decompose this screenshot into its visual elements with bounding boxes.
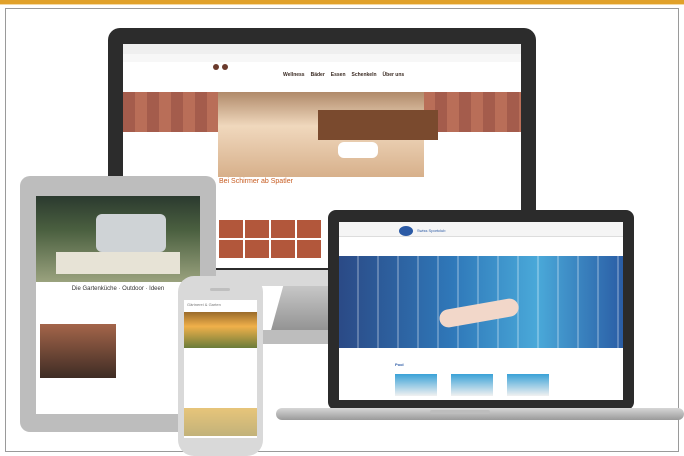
tablet-hero-image (36, 196, 200, 282)
thumbnail[interactable] (245, 220, 269, 238)
hero-bath-image (218, 92, 438, 177)
tablet-screen: Die Gartenküche · Outdoor · Ideen (36, 196, 200, 414)
brand-logo-icon (399, 226, 413, 236)
card-row (395, 374, 549, 396)
thumbnail[interactable] (297, 220, 321, 238)
card-thumbnail[interactable] (451, 374, 493, 396)
site-logo (213, 64, 228, 70)
thumbnail[interactable] (271, 220, 295, 238)
top-accent-line (0, 4, 684, 5)
logo-dot-icon (213, 64, 219, 70)
thumbnail[interactable] (219, 240, 243, 258)
logo-dot-icon (222, 64, 228, 70)
grill (96, 214, 166, 252)
nav-item[interactable]: Essen (331, 72, 346, 78)
thumbnail[interactable] (245, 240, 269, 258)
phone-screen: Gärtnerei & Garten (184, 300, 257, 438)
laptop-hinge (430, 410, 490, 414)
phone-speaker-icon (210, 288, 230, 291)
thumbnail[interactable] (271, 240, 295, 258)
nav-item[interactable]: Bäder (311, 72, 325, 78)
towel (338, 142, 378, 158)
outdoor-kitchen-counter (56, 252, 180, 274)
laptop-nav-bar: Swiss Sportclub (339, 222, 623, 237)
laptop-screen: Swiss Sportclub Pool (339, 222, 623, 400)
nav-item[interactable]: Schenkeln (352, 72, 377, 78)
tablet-content-image (40, 324, 116, 378)
thumbnail[interactable] (219, 220, 243, 238)
nav-item[interactable]: Wellness (283, 72, 305, 78)
section-heading: Bei Schirmer ab Spatler (219, 178, 293, 185)
brand-name: Swiss Sportclub (417, 228, 446, 233)
thumbnail[interactable] (297, 240, 321, 258)
browser-url-bar (123, 54, 521, 62)
card-thumbnail[interactable] (507, 374, 549, 396)
thumbnail-grid (219, 220, 321, 258)
flower-image (184, 312, 257, 348)
nav-item[interactable]: Über uns (383, 72, 405, 78)
section-label: Pool (395, 362, 404, 367)
sink-cabinet (318, 110, 438, 140)
site-nav: Wellness Bäder Essen Schenkeln Über uns (283, 72, 404, 78)
flower-image (184, 408, 257, 436)
phone-header: Gärtnerei & Garten (187, 302, 221, 307)
card-thumbnail[interactable] (395, 374, 437, 396)
tablet-site-title: Die Gartenküche · Outdoor · Ideen (71, 286, 165, 292)
pool-hero-image (339, 256, 623, 348)
pool-lanes (339, 256, 623, 348)
